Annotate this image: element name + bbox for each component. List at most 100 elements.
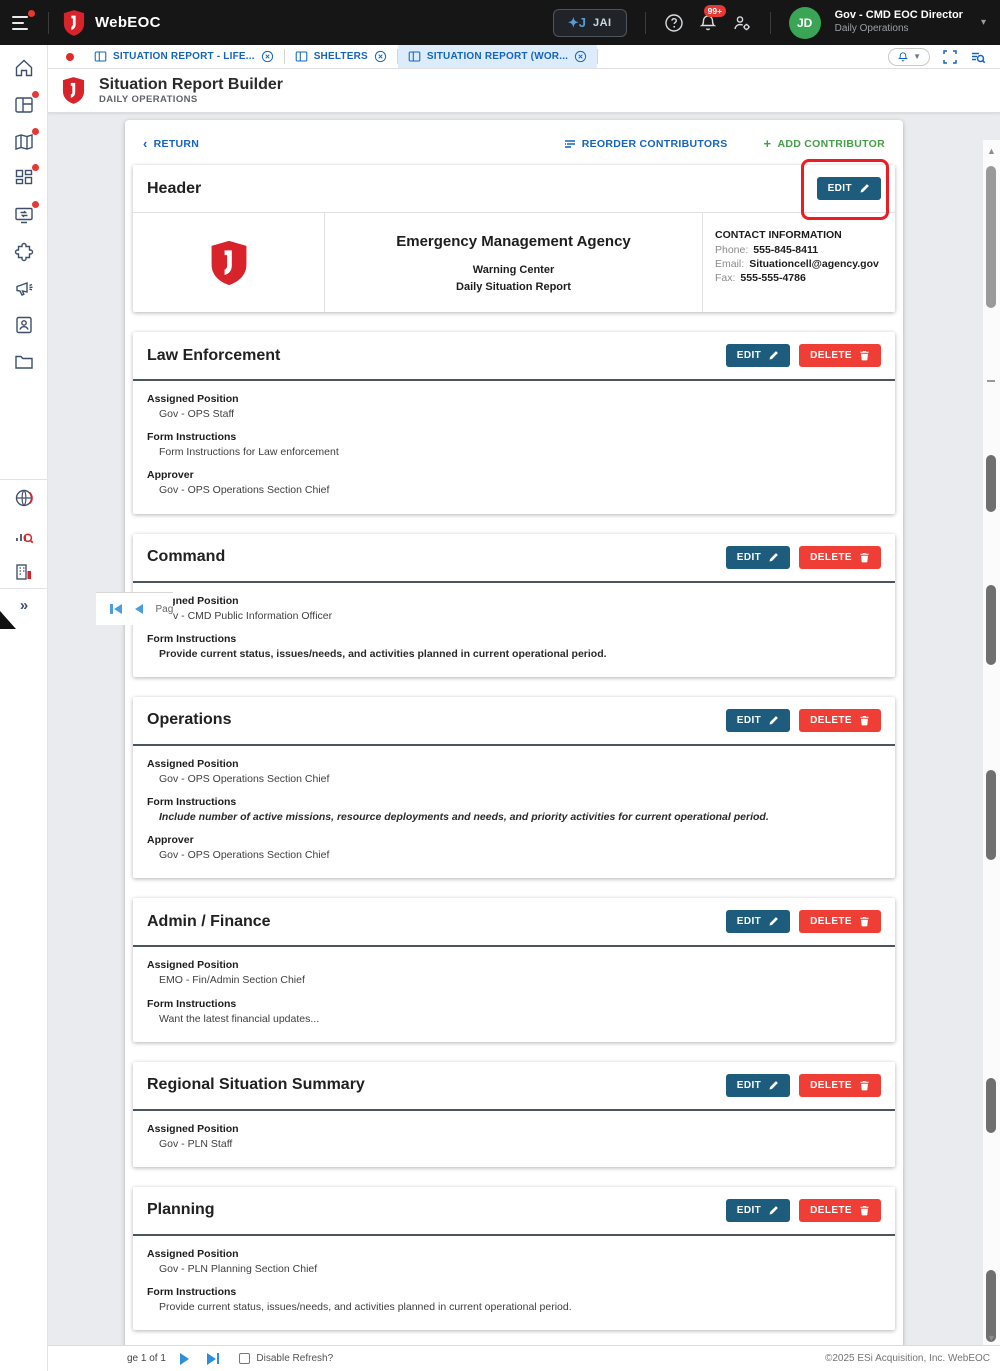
section-planning: Planning EDIT DELETE Assigned PositionGo… <box>133 1187 895 1330</box>
divider <box>645 12 646 34</box>
assigned-position-value: Gov - CMD Public Information Officer <box>147 609 881 623</box>
first-page-icon[interactable] <box>110 604 122 614</box>
next-page-icon[interactable] <box>180 1353 189 1365</box>
webeoc-app: WebEOC ✦J JAI 99+ JD Gov - CMD EOC Direc… <box>0 0 1000 1371</box>
sidebar-display-sync-icon[interactable] <box>13 204 35 226</box>
content-area: ‹RETURN REORDER CONTRIBUTORS +ADD CONTRI… <box>48 114 1000 1345</box>
page-header: Situation Report Builder DAILY OPERATION… <box>48 69 1000 113</box>
approver-value: Gov - OPS Operations Section Chief <box>147 848 881 862</box>
scroll-up-icon[interactable]: ▲ <box>983 146 1000 156</box>
sidebar-home-icon[interactable] <box>13 57 35 79</box>
pencil-icon <box>768 1080 779 1091</box>
delete-button[interactable]: DELETE <box>799 1199 881 1222</box>
sidebar-plugins-icon[interactable] <box>13 241 35 263</box>
add-contributor-link[interactable]: +ADD CONTRIBUTOR <box>764 136 885 151</box>
edit-button[interactable]: EDIT <box>726 344 790 367</box>
close-tab-icon[interactable] <box>261 50 274 63</box>
scrollbar-thumb[interactable] <box>986 770 996 860</box>
tab-notifications-bell-icon[interactable]: ▼ <box>888 48 930 66</box>
pencil-icon <box>768 552 779 563</box>
edit-button[interactable]: EDIT <box>726 1199 790 1222</box>
disable-refresh-checkbox[interactable] <box>239 1353 250 1364</box>
section-title: Header <box>147 180 201 198</box>
delete-button[interactable]: DELETE <box>799 709 881 732</box>
scrollbar-thumb[interactable] <box>986 455 996 512</box>
main-menu-icon[interactable] <box>12 12 34 34</box>
board-icon <box>94 50 107 63</box>
edit-button[interactable]: EDIT <box>726 546 790 569</box>
user-avatar[interactable]: JD <box>789 7 821 39</box>
section-admin-finance: Admin / Finance EDIT DELETE Assigned Pos… <box>133 898 895 1041</box>
close-tab-icon[interactable] <box>374 50 387 63</box>
user-menu-caret-icon[interactable]: ▾ <box>981 17 986 28</box>
sidebar: » <box>0 45 48 1371</box>
user-name: Gov - CMD EOC Director <box>835 9 963 23</box>
return-link[interactable]: ‹RETURN <box>143 136 199 151</box>
tab-separator <box>597 49 598 64</box>
agency-logo-icon <box>210 240 248 286</box>
help-icon[interactable] <box>664 13 684 33</box>
delete-button[interactable]: DELETE <box>799 910 881 933</box>
close-tab-icon[interactable] <box>574 50 587 63</box>
panel-toolbar: ‹RETURN REORDER CONTRIBUTORS +ADD CONTRI… <box>133 132 895 165</box>
scroll-down-icon[interactable]: ▼ <box>983 1333 1000 1343</box>
sidebar-dashboard-icon[interactable] <box>13 167 35 189</box>
delete-button[interactable]: DELETE <box>799 1074 881 1097</box>
sidebar-contacts-icon[interactable] <box>13 314 35 336</box>
section-command: Command EDIT DELETE Assigned PositionGov… <box>133 534 895 677</box>
trash-icon <box>859 715 870 726</box>
sidebar-data-search-icon[interactable] <box>13 525 35 547</box>
disable-refresh-label: Disable Refresh? <box>256 1353 333 1364</box>
edit-button[interactable]: EDIT <box>726 709 790 732</box>
scrollbar-thumb[interactable] <box>986 1078 996 1133</box>
edit-button[interactable]: EDIT <box>726 1074 790 1097</box>
assigned-position-value: Gov - OPS Staff <box>147 407 881 421</box>
jai-icon: ✦J <box>568 15 586 31</box>
sidebar-announcements-icon[interactable] <box>13 277 35 299</box>
fullscreen-icon[interactable] <box>942 49 958 65</box>
reorder-contributors-link[interactable]: REORDER CONTRIBUTORS <box>564 138 728 150</box>
delete-button[interactable]: DELETE <box>799 546 881 569</box>
tab-situation-report-life[interactable]: SITUATION REPORT - LIFE... <box>84 45 284 68</box>
sidebar-boards-icon[interactable] <box>13 94 35 116</box>
caret-down-icon: ▼ <box>913 52 921 61</box>
delete-button[interactable]: DELETE <box>799 344 881 367</box>
notifications-bell-icon[interactable]: 99+ <box>698 13 718 33</box>
top-bar: WebEOC ✦J JAI 99+ JD Gov - CMD EOC Direc… <box>0 0 1000 45</box>
user-settings-icon[interactable] <box>732 13 752 33</box>
main-area: SITUATION REPORT - LIFE... SHELTERS SITU… <box>48 45 1000 1371</box>
plus-icon: + <box>764 136 772 151</box>
form-instructions-value: Want the latest financial updates... <box>147 1012 881 1026</box>
pencil-icon <box>768 350 779 361</box>
sidebar-maps-icon[interactable] <box>13 131 35 153</box>
scrollbar-thumb[interactable] <box>986 166 996 308</box>
previous-page-icon[interactable] <box>135 604 143 614</box>
page-indicator: ge 1 of 1 <box>127 1353 166 1364</box>
edit-button[interactable]: EDIT <box>726 910 790 933</box>
jai-button[interactable]: ✦J JAI <box>553 9 627 37</box>
sidebar-geo-globe-icon[interactable] <box>13 487 35 509</box>
sidebar-files-icon[interactable] <box>13 351 35 373</box>
section-regional-situation-summary: Regional Situation Summary EDIT DELETE A… <box>133 1062 895 1167</box>
page-title: Situation Report Builder <box>99 76 283 94</box>
contact-info-title: CONTACT INFORMATION <box>715 229 883 241</box>
fax-value: 555-555-4786 <box>740 272 805 284</box>
search-records-icon[interactable] <box>970 49 986 65</box>
section-title: Admin / Finance <box>147 913 271 931</box>
section-header: Header EDIT <box>133 165 895 312</box>
tab-shelters[interactable]: SHELTERS <box>285 45 397 68</box>
scrollbar-mark <box>987 380 995 382</box>
scrollbar-thumb[interactable] <box>986 585 996 665</box>
scrollbar-thumb[interactable] <box>986 1270 996 1342</box>
edit-header-button[interactable]: EDIT <box>817 177 881 200</box>
user-menu[interactable]: Gov - CMD EOC Director Daily Operations <box>835 9 963 35</box>
report-header-preview: Emergency Management Agency Warning Cent… <box>133 212 895 312</box>
trash-icon <box>859 1080 870 1091</box>
pencil-icon <box>768 916 779 927</box>
trash-icon <box>859 916 870 927</box>
sidebar-organization-icon[interactable] <box>13 561 35 583</box>
tab-situation-report-working[interactable]: SITUATION REPORT (WOR... <box>398 45 597 68</box>
form-instructions-value: Provide current status, issues/needs, an… <box>147 1300 881 1314</box>
assigned-position-value: Gov - OPS Operations Section Chief <box>147 772 881 786</box>
last-page-icon[interactable] <box>207 1353 220 1365</box>
